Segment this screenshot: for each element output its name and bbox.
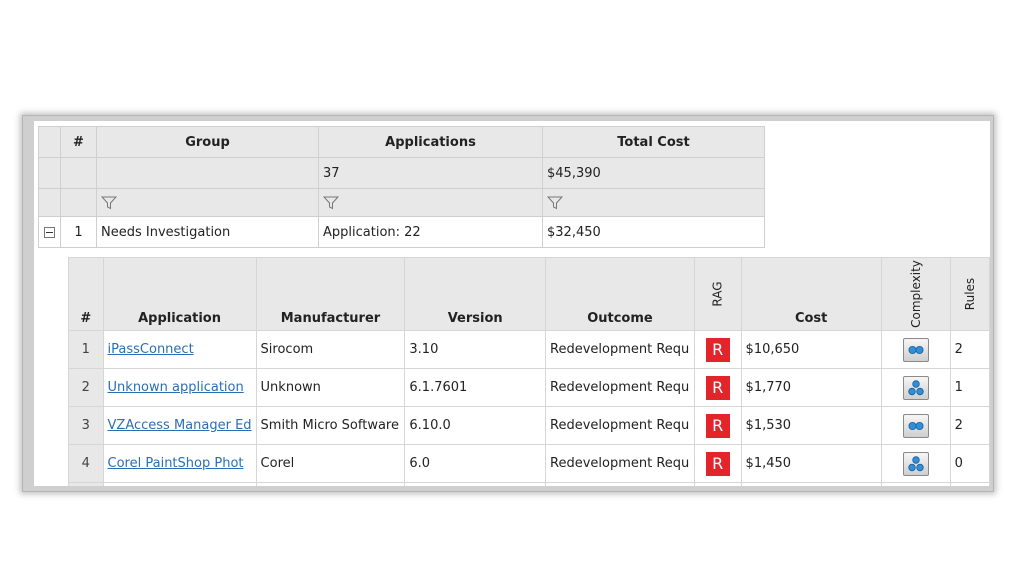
row-index: 3 — [68, 406, 104, 445]
group-total-cost: $32,450 — [542, 216, 765, 248]
group-applications: Application: 22 — [318, 216, 543, 248]
two-dots-icon[interactable] — [902, 413, 929, 438]
grid-panel: # Group Applications Total Cost 37 $45,3… — [34, 121, 990, 486]
column-header-index[interactable]: # — [60, 126, 97, 158]
column-header-rag[interactable]: RAG — [693, 257, 742, 331]
application-link[interactable]: Corel PaintShop Phot — [108, 456, 244, 471]
group-name: Needs Investigation — [96, 216, 319, 248]
version-cell: 6.0 — [404, 444, 546, 483]
rag-badge: R — [705, 413, 730, 438]
version-cell: 6.10.0 — [404, 406, 546, 445]
cost-cell: $1,770 — [740, 368, 882, 407]
table-row[interactable]: 2 Unknown application Unknown 6.1.7601 R… — [68, 368, 990, 407]
summary-total-cost: $45,390 — [542, 157, 765, 189]
group-index: 1 — [60, 216, 97, 248]
rag-badge: R — [705, 337, 730, 362]
version-cell: 6.1.7601 — [404, 368, 546, 407]
group-row[interactable]: 1 Needs Investigation Application: 22 $3… — [38, 216, 765, 248]
toggle-header — [38, 126, 61, 158]
filter-applications-cell[interactable] — [318, 188, 543, 217]
column-header-application[interactable]: Application — [102, 257, 257, 331]
rules-cell: 2 — [949, 406, 990, 445]
manufacturer-cell: Smith Micro Software — [255, 406, 406, 445]
column-header-rules[interactable]: Rules — [949, 257, 990, 331]
filter-icon[interactable] — [101, 196, 117, 210]
column-header-group[interactable]: Group — [96, 126, 319, 158]
application-link[interactable]: VZAccess Manager Ed — [108, 418, 252, 433]
rules-cell: 0 — [949, 444, 990, 483]
collapse-toggle[interactable] — [38, 216, 61, 248]
collapse-icon[interactable] — [44, 226, 55, 238]
rag-header-label: RAG — [710, 280, 725, 307]
filter-icon[interactable] — [547, 196, 563, 210]
column-header-manufacturer[interactable]: Manufacturer — [255, 257, 406, 331]
row-index: 1 — [68, 330, 104, 369]
summary-row: 37 $45,390 — [38, 157, 765, 189]
cost-cell: $1,450 — [740, 444, 882, 483]
filter-icon[interactable] — [323, 196, 339, 210]
column-header-complexity[interactable]: Complexity — [880, 257, 951, 331]
groups-table: # Group Applications Total Cost 37 $45,3… — [38, 126, 765, 248]
three-dots-icon[interactable] — [902, 375, 929, 400]
manufacturer-cell: Sirocom — [255, 330, 406, 369]
column-header-total-cost[interactable]: Total Cost — [542, 126, 765, 158]
table-row-partial[interactable] — [68, 482, 990, 486]
table-row[interactable]: 4 Corel PaintShop Phot Corel 6.0 Redevel… — [68, 444, 990, 483]
three-dots-icon[interactable] — [902, 451, 929, 476]
filter-group-cell[interactable] — [96, 188, 319, 217]
column-header-version[interactable]: Version — [404, 257, 546, 331]
application-link[interactable]: Unknown application — [108, 380, 244, 395]
summary-applications: 37 — [318, 157, 543, 189]
filter-total-cost-cell[interactable] — [542, 188, 765, 217]
outcome-cell: Redevelopment Requ — [545, 444, 695, 483]
rules-cell: 2 — [949, 330, 990, 369]
cost-cell: $1,530 — [740, 406, 882, 445]
outcome-cell: Redevelopment Requ — [545, 406, 695, 445]
column-header-outcome[interactable]: Outcome — [545, 257, 695, 331]
rules-header-label: Rules — [962, 277, 977, 310]
application-link[interactable]: iPassConnect — [108, 342, 194, 357]
version-cell: 3.10 — [404, 330, 546, 369]
column-header-cost[interactable]: Cost — [740, 257, 882, 331]
cost-cell: $10,650 — [740, 330, 882, 369]
outcome-cell: Redevelopment Requ — [545, 330, 695, 369]
table-row[interactable]: 3 VZAccess Manager Ed Smith Micro Softwa… — [68, 406, 990, 445]
rag-badge: R — [705, 375, 730, 400]
column-header-applications[interactable]: Applications — [318, 126, 543, 158]
column-header-index[interactable]: # — [68, 257, 104, 331]
row-index: 4 — [68, 444, 104, 483]
row-index: 2 — [68, 368, 104, 407]
complexity-header-label: Complexity — [908, 259, 923, 328]
outcome-cell: Redevelopment Requ — [545, 368, 695, 407]
filter-row — [38, 188, 765, 217]
manufacturer-cell: Corel — [255, 444, 406, 483]
manufacturer-cell: Unknown — [255, 368, 406, 407]
rules-cell: 1 — [949, 368, 990, 407]
table-row[interactable]: 1 iPassConnect Sirocom 3.10 Redevelopmen… — [68, 330, 990, 369]
applications-table: # Application Manufacturer Version Outco… — [68, 257, 990, 486]
two-dots-icon[interactable] — [902, 337, 929, 362]
rag-badge: R — [705, 451, 730, 476]
